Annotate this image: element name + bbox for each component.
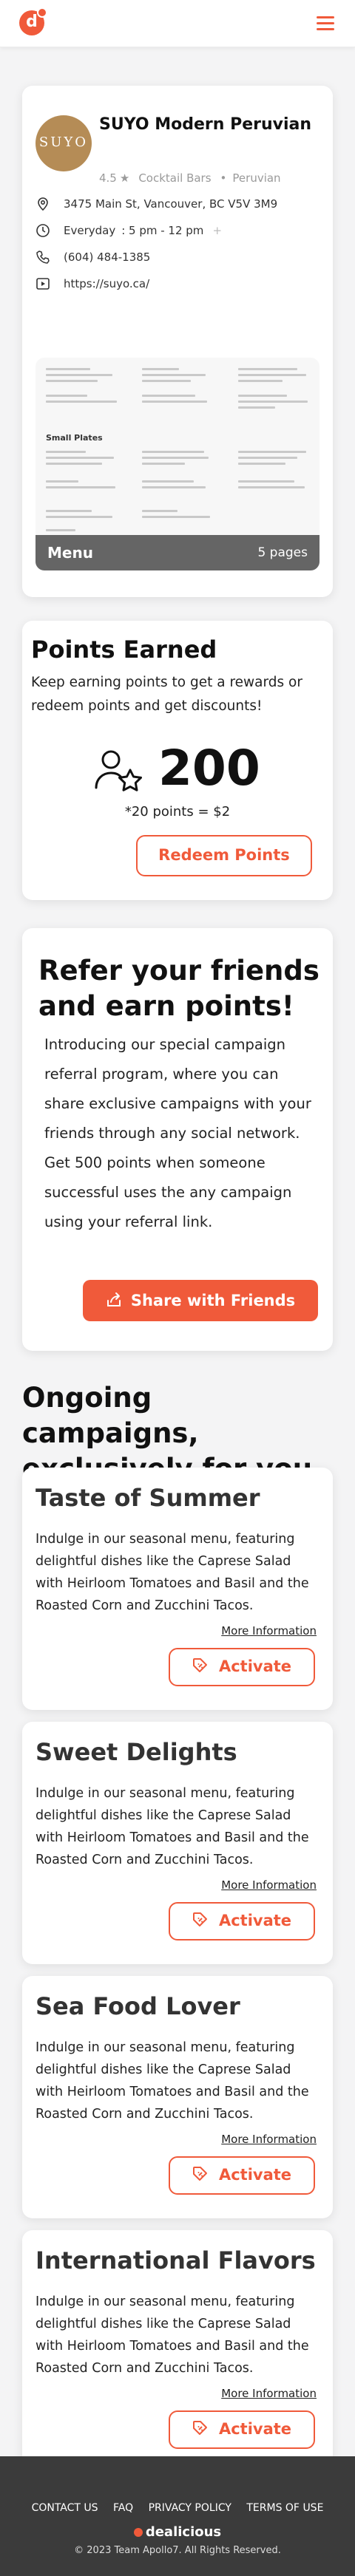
more-information-link[interactable]: More Information [221, 2133, 317, 2146]
website-icon [36, 278, 50, 290]
brand-dot-icon [133, 2528, 143, 2537]
points-description: Keep earning points to get a rewards or … [31, 675, 302, 714]
separator-dot: • [220, 171, 227, 185]
top-bar: d [0, 0, 355, 47]
coupon-icon [192, 1658, 207, 1672]
activate-button[interactable]: Activate [169, 1902, 315, 1940]
campaign-title: International Flavors [36, 2246, 316, 2275]
activate-label: Activate [218, 1912, 292, 1929]
footer-brand: dealicious [0, 2524, 355, 2540]
refer-description: Introducing our special campaign referra… [44, 1036, 311, 1230]
campaign-title: Sweet Delights [36, 1738, 237, 1766]
campaign-card: Taste of Summer Indulge in our seasonal … [22, 1468, 333, 1710]
website-link[interactable]: https://suyo.ca/ [64, 275, 149, 293]
campaign-card: International Flavors Indulge in our sea… [22, 2230, 333, 2473]
restaurant-cuisine: Peruvian [232, 171, 281, 185]
campaign-description: Indulge in our seasonal menu, featuring … [36, 2294, 309, 2376]
phone-icon [36, 251, 50, 264]
hours-row: Everyday : 5 pm - 12 pm + [36, 222, 324, 239]
expand-hours-icon[interactable]: + [212, 224, 222, 237]
menu-section-label: Small Plates [46, 433, 103, 443]
phone-row: (604) 484-1385 [36, 248, 324, 266]
address-row: 3475 Main St, Vancouver, BC V5V 3M9 [36, 195, 324, 213]
footer-links: CONTACT US FAQ PRIVACY POLICY TERMS OF U… [0, 2502, 355, 2514]
dealicious-logo[interactable]: d [19, 7, 47, 35]
share-icon [106, 1292, 121, 1306]
restaurant-rating: 4.5 [99, 171, 117, 185]
activate-button[interactable]: Activate [169, 1648, 315, 1686]
campaign-title: Taste of Summer [36, 1484, 260, 1512]
coupon-icon [192, 2421, 207, 2435]
clock-icon [36, 224, 50, 237]
footer: CONTACT US FAQ PRIVACY POLICY TERMS OF U… [0, 2456, 355, 2576]
footer-brand-name: dealicious [145, 2524, 222, 2540]
restaurant-card: SUYO SUYO Modern Peruvian 4.5 ★ Cocktail B… [22, 86, 333, 597]
menu-pages: 5 pages [257, 545, 308, 560]
hours-label: Everyday [64, 224, 116, 237]
footer-link-terms[interactable]: TERMS OF USE [246, 2502, 323, 2514]
avatar-text: SUYO [38, 134, 89, 150]
footer-link-privacy[interactable]: PRIVACY POLICY [149, 2502, 231, 2514]
phone-link[interactable]: (604) 484-1385 [64, 248, 150, 266]
points-value: 200 [158, 740, 260, 797]
activate-label: Activate [218, 1657, 292, 1675]
activate-button[interactable]: Activate [169, 2156, 315, 2195]
star-icon: ★ [119, 171, 130, 185]
points-card: Points Earned Keep earning points to get… [22, 621, 333, 900]
activate-button[interactable]: Activate [169, 2410, 315, 2449]
footer-copyright: © 2023 Team Apollo7. All Rights Reserved… [74, 2545, 281, 2556]
restaurant-name: SUYO Modern Peruvian [99, 115, 312, 134]
menu-bar: Menu 5 pages [36, 535, 320, 570]
refer-card: Refer your friends and earn points! Intr… [22, 928, 333, 1351]
restaurant-meta: 4.5 ★ Cocktail Bars • Peruvian [99, 171, 321, 185]
hours-text: : 5 pm - 12 pm [121, 224, 204, 237]
campaign-description: Indulge in our seasonal menu, featuring … [36, 2040, 309, 2122]
restaurant-avatar: SUYO [36, 115, 92, 171]
campaign-card: Sweet Delights Indulge in our seasonal m… [22, 1722, 333, 1964]
location-pin-icon [38, 197, 48, 211]
footer-link-contact[interactable]: CONTACT US [32, 2502, 98, 2514]
footer-link-faq[interactable]: FAQ [113, 2502, 133, 2514]
restaurant-category: Cocktail Bars [138, 171, 212, 185]
share-label: Share with Friends [130, 1292, 296, 1309]
website-row: https://suyo.ca/ [36, 275, 324, 293]
menu-label: Menu [47, 544, 93, 562]
menu-preview[interactable]: Small Plates Menu 5 pages [36, 358, 320, 570]
hamburger-menu-icon[interactable] [317, 16, 334, 31]
refer-title: Refer your friends and earn points! [38, 955, 320, 1022]
logo-dot [37, 7, 47, 18]
campaign-description: Indulge in our seasonal menu, featuring … [36, 1786, 309, 1867]
user-star-icon [95, 750, 142, 791]
campaign-description: Indulge in our seasonal menu, featuring … [36, 1532, 309, 1613]
redeem-points-button[interactable]: Redeem Points [136, 835, 312, 876]
more-information-link[interactable]: More Information [221, 1624, 317, 1638]
share-with-friends-button[interactable]: Share with Friends [83, 1280, 318, 1321]
more-information-link[interactable]: More Information [221, 2387, 317, 2400]
more-information-link[interactable]: More Information [221, 1878, 317, 1892]
coupon-icon [192, 1912, 207, 1926]
activate-label: Activate [218, 2420, 292, 2438]
address-text: 3475 Main St, Vancouver, BC V5V 3M9 [64, 197, 278, 211]
points-title: Points Earned [31, 636, 217, 664]
points-rate: *20 points = $2 [124, 804, 231, 820]
coupon-icon [192, 2167, 207, 2181]
campaign-title: Sea Food Lover [36, 1992, 240, 2020]
campaign-card: Sea Food Lover Indulge in our seasonal m… [22, 1976, 333, 2218]
activate-label: Activate [218, 2166, 292, 2184]
